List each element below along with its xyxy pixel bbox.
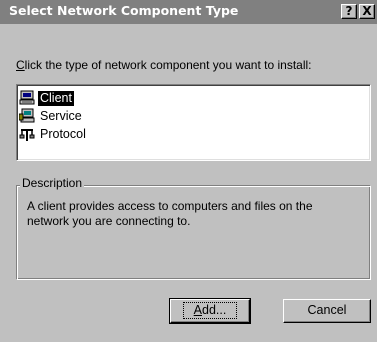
instruction-text: lick the type of network component you w… (24, 58, 312, 72)
list-item-service[interactable]: Service (19, 107, 84, 125)
list-item-protocol[interactable]: Protocol (19, 125, 88, 143)
description-legend: Description (20, 176, 85, 190)
list-item-label: Client (38, 90, 74, 106)
description-text: A client provides access to computers an… (27, 199, 313, 228)
close-icon: X (362, 4, 372, 18)
protocol-network-icon (19, 129, 35, 141)
dialog-window: Select Network Component Type ? X Click … (0, 0, 377, 342)
client-computer-icon (19, 90, 35, 105)
cancel-button[interactable]: Cancel (283, 299, 371, 323)
close-button[interactable]: X (359, 4, 375, 19)
help-button[interactable]: ? (341, 4, 357, 19)
component-type-list[interactable]: Client Service Protocol (16, 84, 371, 161)
list-item-label: Service (40, 108, 82, 123)
add-button[interactable]: Add... (169, 298, 251, 324)
service-computer-icon (19, 108, 35, 123)
add-mnemonic: A (193, 303, 202, 317)
list-item-client[interactable]: Client (19, 89, 74, 107)
add-text: dd... (202, 303, 227, 317)
help-icon: ? (345, 4, 353, 18)
instruction-mnemonic: C (16, 58, 25, 72)
add-button-label: Add... (182, 302, 238, 319)
title-bar[interactable]: Select Network Component Type ? X (0, 0, 377, 24)
instruction-label: Click the type of network component you … (16, 58, 312, 72)
list-item-label: Protocol (40, 126, 86, 141)
window-title: Select Network Component Type (9, 3, 239, 18)
